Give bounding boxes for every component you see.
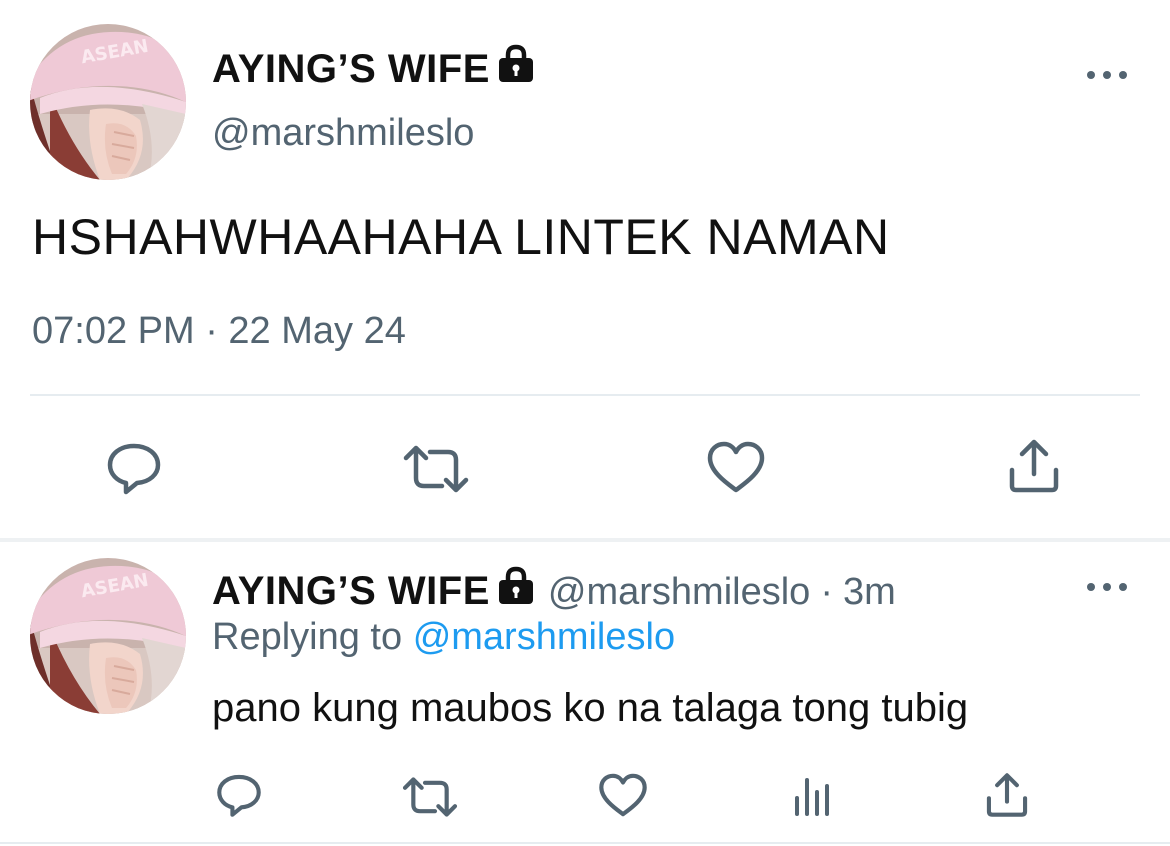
main-display-name-text: AYING’S WIFE (212, 47, 490, 91)
replying-to-label: Replying to (212, 616, 403, 658)
like-icon[interactable] (706, 440, 766, 494)
replying-to: Replying to @marshmileslo (212, 616, 675, 659)
reply-display-name[interactable]: AYING’S WIFE (212, 569, 490, 613)
reply-handle[interactable]: @marshmileslo (548, 571, 810, 613)
section-divider (0, 538, 1170, 542)
share-icon[interactable] (1006, 438, 1062, 494)
avatar-image: ASEAN (30, 24, 186, 180)
tweet-timestamp[interactable]: 07:02 PM · 22 May 24 (32, 310, 406, 353)
reply-header: AYING’S WIFE @marshmileslo · 3m (212, 566, 896, 614)
retweet-icon[interactable] (400, 776, 460, 818)
more-options-icon[interactable] (1087, 577, 1127, 597)
avatar-image: ASEAN (30, 558, 186, 714)
divider (30, 394, 1140, 396)
main-avatar[interactable]: ASEAN (30, 24, 186, 180)
reply-icon[interactable] (104, 440, 164, 496)
tweet-text: HSHAHWHAAHAHA LINTEK NAMAN (32, 209, 890, 265)
reply-icon[interactable] (214, 772, 264, 818)
bottom-divider (0, 842, 1170, 844)
reply-text: pano kung maubos ko na talaga tong tubig (212, 686, 969, 730)
retweet-icon[interactable] (400, 444, 472, 494)
lock-icon (496, 44, 536, 92)
reply-avatar[interactable]: ASEAN (30, 558, 186, 714)
main-display-name[interactable]: AYING’S WIFE (212, 44, 536, 92)
reply-separator: · (820, 571, 833, 613)
like-icon[interactable] (598, 772, 648, 818)
lock-icon (496, 566, 536, 614)
analytics-icon[interactable] (792, 774, 832, 818)
replying-to-mention[interactable]: @marshmileslo (413, 616, 675, 658)
reply-age[interactable]: 3m (843, 571, 896, 613)
share-icon[interactable] (984, 772, 1030, 818)
main-handle[interactable]: @marshmileslo (212, 112, 474, 155)
more-options-icon[interactable] (1087, 65, 1127, 85)
